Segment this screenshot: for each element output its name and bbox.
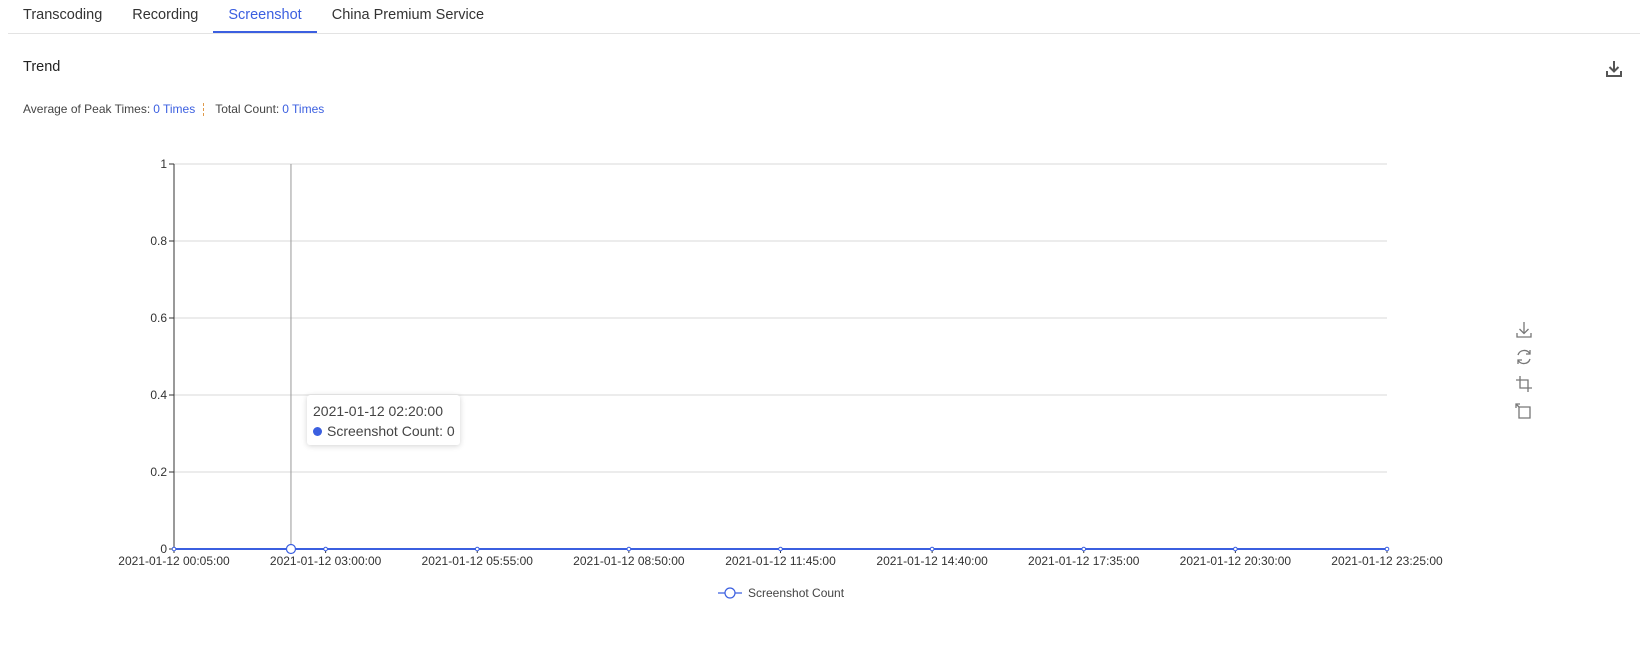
x-tick-label: 2021-01-12 08:50:00 bbox=[573, 554, 685, 568]
y-tick-label: 0.4 bbox=[150, 388, 167, 402]
total-count-value: 0 Times bbox=[282, 102, 325, 116]
data-point bbox=[323, 546, 328, 552]
y-tick-label: 0.6 bbox=[150, 311, 167, 325]
zoom-reset-icon[interactable] bbox=[1514, 401, 1534, 421]
chart-legend[interactable]: Screenshot Count bbox=[718, 586, 844, 600]
y-tick-label: 1 bbox=[160, 157, 167, 171]
save-image-icon[interactable] bbox=[1514, 320, 1534, 340]
x-tick-label: 2021-01-12 05:55:00 bbox=[422, 554, 534, 568]
x-tick-label: 2021-01-12 14:40:00 bbox=[876, 554, 988, 568]
avg-peak-value: 0 Times bbox=[153, 102, 196, 116]
chart-tooltip: 2021-01-12 02:20:00 Screenshot Count: 0 bbox=[307, 395, 460, 445]
series-dot-icon bbox=[313, 426, 322, 436]
legend-label: Screenshot Count bbox=[748, 586, 845, 600]
chart-toolbox bbox=[1514, 320, 1536, 428]
tooltip-time: 2021-01-12 02:20:00 bbox=[313, 403, 443, 419]
stats-divider bbox=[203, 102, 205, 116]
y-tick-label: 0.8 bbox=[150, 234, 167, 248]
x-tick-label: 2021-01-12 17:35:00 bbox=[1028, 554, 1140, 568]
stats-summary: Average of Peak Times: 0 Times Total Cou… bbox=[23, 102, 324, 116]
avg-peak-label: Average of Peak Times: bbox=[23, 102, 151, 116]
tab-transcoding[interactable]: Transcoding bbox=[8, 0, 117, 33]
data-point bbox=[1233, 546, 1238, 552]
trend-chart: 00.20.40.60.812021-01-12 00:05:00 2021-01… bbox=[118, 157, 1443, 568]
legend-line-circle-icon bbox=[718, 587, 742, 599]
zoom-icon[interactable] bbox=[1514, 374, 1534, 394]
x-tick-label: 2021-01-12 00:05:00 bbox=[118, 554, 230, 568]
data-point bbox=[1081, 546, 1087, 552]
tab-china-premium-service[interactable]: China Premium Service bbox=[317, 0, 499, 33]
restore-icon[interactable] bbox=[1514, 347, 1534, 367]
download-icon[interactable] bbox=[1604, 59, 1624, 79]
x-tick-label: 2021-01-12 23:25:00 bbox=[1331, 554, 1443, 568]
tab-recording[interactable]: Recording bbox=[117, 0, 213, 33]
data-point bbox=[929, 546, 935, 552]
data-point bbox=[474, 546, 480, 552]
tooltip-series-value: Screenshot Count: 0 bbox=[327, 423, 455, 439]
total-count-label: Total Count: bbox=[215, 102, 280, 116]
x-tick-label: 2021-01-12 11:45:00 bbox=[725, 554, 836, 568]
section-title: Trend bbox=[23, 59, 61, 75]
data-point bbox=[626, 546, 632, 552]
x-tick-label: 2021-01-12 20:30:00 bbox=[1180, 554, 1292, 568]
data-point bbox=[778, 546, 783, 552]
y-tick-label: 0.2 bbox=[150, 465, 167, 479]
x-tick-label: 2021-01-12 03:00:00 bbox=[270, 554, 382, 568]
data-point bbox=[171, 546, 177, 552]
data-point bbox=[285, 543, 297, 555]
tab-bar: Transcoding Recording Screenshot China P… bbox=[8, 0, 1640, 34]
tab-screenshot[interactable]: Screenshot bbox=[213, 0, 317, 33]
data-point bbox=[1384, 546, 1390, 552]
tooltip-series-row: Screenshot Count: 0 bbox=[313, 421, 460, 441]
